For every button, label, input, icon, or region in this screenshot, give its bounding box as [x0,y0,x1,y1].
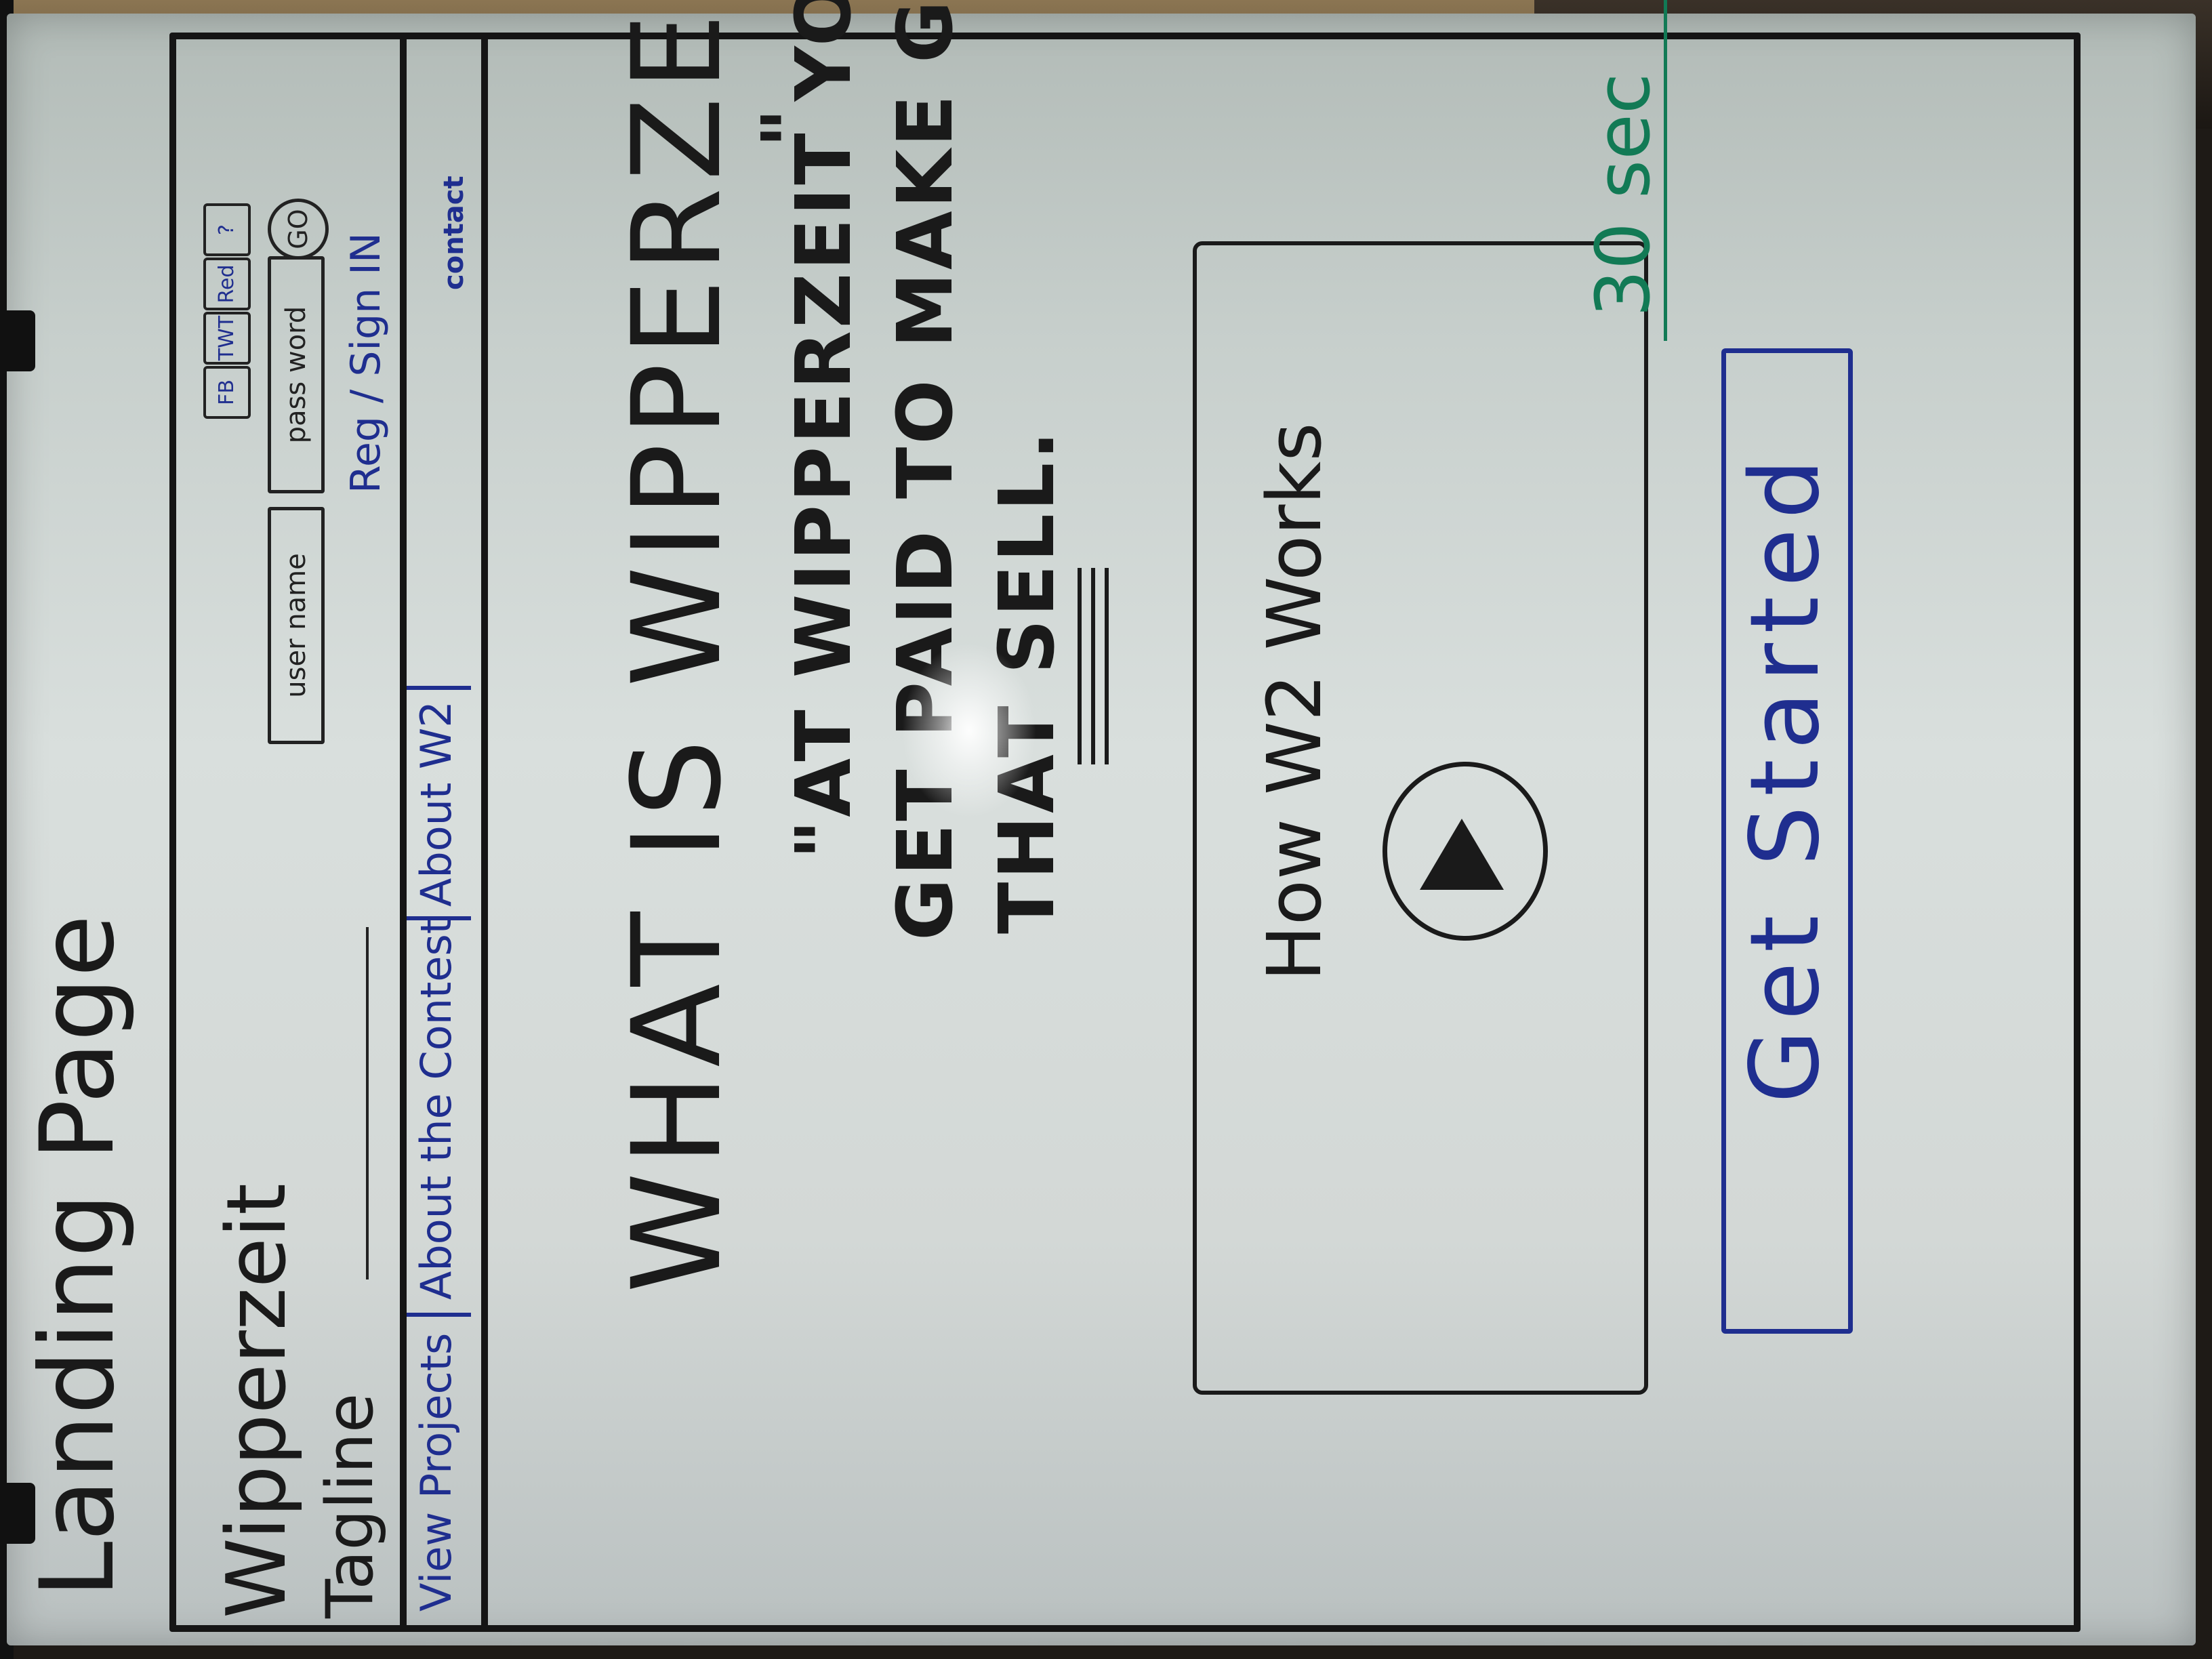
emphasis-underline [1091,568,1095,764]
facebook-icon[interactable]: FB [203,366,251,419]
page-title: Landing Page [19,914,137,1598]
nav-item-about-w2[interactable]: About W2 [411,701,461,907]
nav-separator [407,686,471,690]
video-title: How W2 Works [1251,422,1338,981]
reddit-icon[interactable]: Red [203,258,251,310]
video-duration: 30 sec [1580,73,1666,317]
nav-separator [407,916,471,920]
help-icon[interactable]: ? [203,203,251,256]
register-signin-link[interactable]: Reg / Sign IN [342,232,390,493]
nav-item-contact[interactable]: contact [438,176,470,290]
password-field[interactable]: pass word [268,256,325,493]
tagline: Tagline [313,1393,388,1618]
play-icon [1420,819,1504,890]
nav-separator [407,1313,471,1317]
go-button[interactable]: GO [268,199,329,260]
nav-item-about-contest[interactable]: About the Contest [411,918,461,1300]
hero-heading: WHAT IS WIPPERZEIT? [607,0,748,1293]
duration-underline [1664,0,1667,341]
tagline-underline [366,927,369,1279]
light-glare [901,642,1037,819]
site-logo[interactable]: Wipperzeit [210,1183,304,1618]
hero-closing-quote: " [746,105,834,148]
whiteboard-photo: Landing Page Wipperzeit Tagline FB TWT R… [0,0,2212,1659]
nav-item-view-projects[interactable]: View Projects [411,1333,461,1612]
twitter-icon[interactable]: TWT [203,312,251,365]
clip-icon [0,310,35,371]
username-field[interactable]: user name [268,507,325,744]
emphasis-underline [1105,568,1109,764]
get-started-label: Get Started [1730,449,1841,1103]
wireframe-sketch: Landing Page Wipperzeit Tagline FB TWT R… [0,0,2212,1659]
emphasis-underline [1078,568,1082,764]
